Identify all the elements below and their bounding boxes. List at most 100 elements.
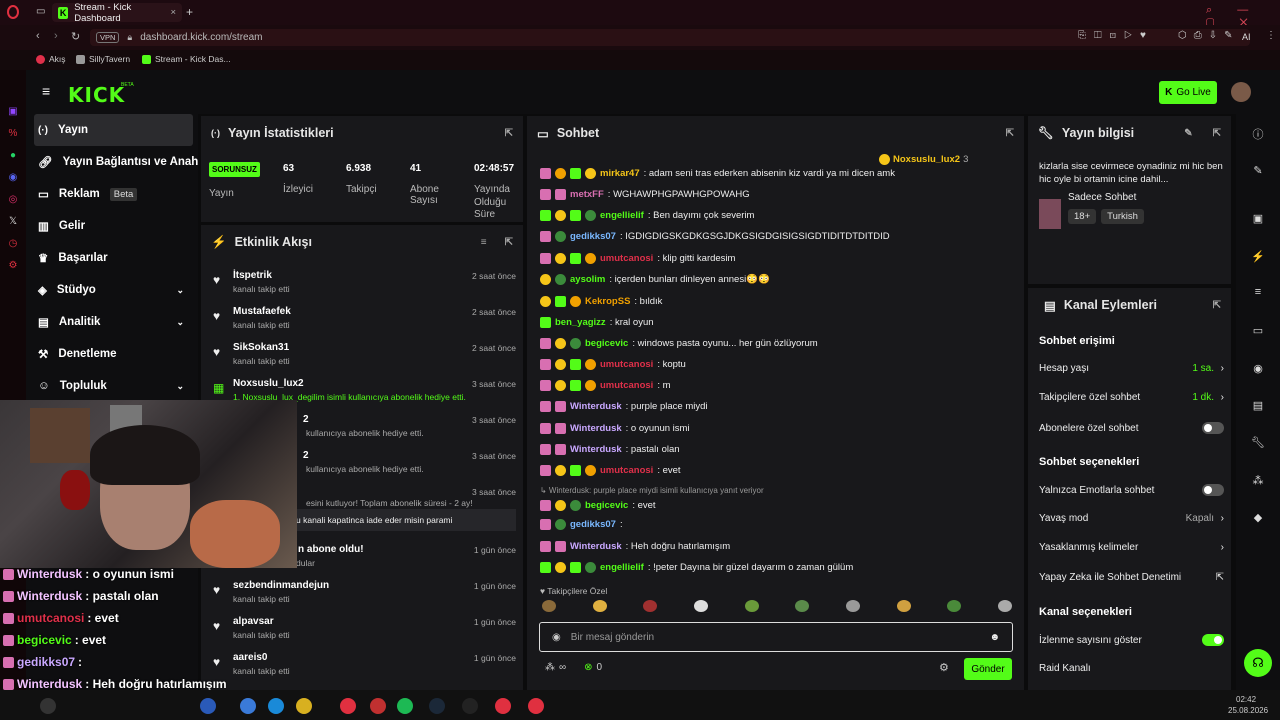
chat-message[interactable]: umutcanosi: koptu [540, 355, 686, 373]
reload-icon[interactable]: ↻ [71, 30, 80, 43]
spotify-icon[interactable] [397, 698, 413, 714]
chat-input[interactable]: ◉ Bir mesaj gönderin ☻ [539, 622, 1013, 652]
close-tab-icon[interactable]: × [170, 7, 176, 18]
steam-icon[interactable] [429, 698, 445, 714]
emote-icon[interactable] [693, 600, 708, 612]
chat-message[interactable]: Winterdusk: Heh doğru hatırlamışım [540, 537, 730, 555]
chat-message[interactable]: ben_yagizz: kral oyun [540, 313, 654, 331]
tab-switcher-icon[interactable]: ▭ [36, 6, 45, 17]
chat-message[interactable]: metxFF: WGHAWPHGPAWHGPOWAHG [540, 185, 750, 203]
chat-message[interactable]: umutcanosi: m [540, 376, 671, 394]
chat-username[interactable]: gedikks07 [570, 519, 616, 530]
chat-username[interactable]: gedikks07 [570, 231, 616, 242]
extension-icons[interactable]: ⎘◫⊡▷♥ [1078, 30, 1154, 41]
browser-tab[interactable]: K Stream - Kick Dashboard × [52, 2, 182, 24]
send-button[interactable]: Gönder [964, 658, 1012, 680]
chat-username[interactable]: engellielif [600, 210, 644, 221]
help-button[interactable]: ☊ [1244, 649, 1272, 677]
raid-channel-setting[interactable]: Raid Kanalı [1039, 663, 1224, 674]
chat-username[interactable]: umutcanosi [600, 359, 653, 370]
lightning-icon[interactable]: ⚡ [1250, 250, 1266, 263]
wrench-icon[interactable]: 🔧︎ [1250, 436, 1266, 449]
nav-item-gelir[interactable]: ▥ Gelir [26, 210, 198, 242]
popout-icon[interactable]: ⇱ [1213, 128, 1221, 139]
nav-item-yayin[interactable]: (·) Yayın [34, 114, 193, 146]
whatsapp-icon[interactable]: ● [0, 144, 26, 166]
popout-icon[interactable]: ⇱ [505, 128, 513, 139]
subs-only-toggle[interactable] [1202, 422, 1224, 434]
chat-username[interactable]: Winterdusk [570, 401, 622, 412]
emote-row[interactable] [542, 600, 1012, 616]
chat-message[interactable]: engellielif: Ben dayımı çok severim [540, 206, 754, 224]
chat-username[interactable]: Winterdusk [570, 541, 622, 552]
emoji-icon[interactable]: ☻ [989, 632, 1000, 643]
gear-icon[interactable]: ⚙ [939, 661, 949, 674]
layout-icon[interactable]: ▣ [1250, 212, 1266, 225]
nav-item-studyo[interactable]: ◈ Stüdyo ⌄ [26, 274, 198, 306]
obs-icon[interactable] [462, 698, 478, 714]
popout-icon[interactable]: ⇱ [1213, 300, 1221, 311]
emote-icon[interactable] [643, 600, 658, 612]
bookmark-akis[interactable]: Akış [36, 54, 66, 64]
followers-only-setting[interactable]: Takipçilere özel sohbet 1 dk. › [1039, 392, 1224, 403]
chat-message[interactable]: aysolim: içerden bunları dinleyen annesi… [540, 270, 770, 288]
chat-username[interactable]: umutcanosi [600, 465, 653, 476]
pencil-icon[interactable]: ✎ [1250, 164, 1266, 177]
emotes-only-setting[interactable]: Yalnızca Emotlarla sohbet [1039, 484, 1224, 496]
chat-message[interactable]: Winterdusk: pastalı olan [540, 440, 680, 458]
filter-icon[interactable]: ≡ [481, 237, 487, 248]
nav-item-basarilar[interactable]: ♛ Başarılar [26, 242, 198, 274]
forward-icon[interactable]: › [54, 30, 58, 42]
avatar[interactable] [1231, 82, 1251, 102]
channel-points[interactable]: ⁂ ∞ ⊗ 0 [545, 662, 602, 673]
taskbar-app-icon[interactable] [495, 698, 511, 714]
menu-icon[interactable]: ⋮ [1266, 30, 1276, 41]
vpn-badge[interactable]: VPN [96, 32, 120, 43]
actions-icon[interactable]: ▤ [1250, 399, 1266, 412]
emote-icon[interactable] [592, 600, 607, 612]
new-tab-button[interactable]: + [186, 5, 193, 19]
chat-username[interactable]: engellielif [600, 562, 644, 573]
chat-message[interactable]: mirkar47: adam seni tras ederken abiseni… [540, 164, 895, 182]
emote-icon[interactable] [795, 600, 810, 612]
chat-message[interactable]: Winterdusk: o oyunun ismi [540, 419, 690, 437]
account-age-setting[interactable]: Hesap yaşı 1 sa. › [1039, 363, 1224, 374]
nav-item-analitik[interactable]: ▤ Analitik ⌄ [26, 306, 198, 338]
bookmark-sillytavern[interactable]: SillyTavern [76, 54, 130, 64]
chat-message[interactable]: KekropSS: bıldık [540, 292, 662, 310]
chat-message[interactable]: umutcanosi: evet [540, 461, 681, 479]
toolbar-icons[interactable]: ⬡⎙⇩✎ [1178, 30, 1240, 41]
tag-icon[interactable]: ◆ [1250, 511, 1266, 524]
bookmark-stream[interactable]: Stream - Kick Das... [142, 54, 231, 64]
history-icon[interactable]: ◷ [0, 232, 26, 254]
info-icon[interactable]: ⓘ [1250, 126, 1266, 142]
hamburger-menu-icon[interactable]: ≡ [42, 83, 50, 99]
chat-icon[interactable]: ▭ [1250, 324, 1266, 337]
opera-logo-icon[interactable] [7, 5, 19, 19]
chat-username[interactable]: mirkar47 [600, 168, 640, 179]
taskbar-app-icon[interactable] [528, 698, 544, 714]
banned-words-setting[interactable]: Yasaklanmış kelimeler › [1039, 542, 1224, 553]
list-icon[interactable]: ≡ [1250, 286, 1266, 298]
ai-moderation-setting[interactable]: Yapay Zeka ile Sohbet Denetimi ⇱ [1039, 572, 1224, 583]
back-icon[interactable]: ‹ [36, 30, 40, 42]
chat-username[interactable]: begicevic [585, 338, 628, 349]
taskbar-app-icon[interactable] [268, 698, 284, 714]
chat-message[interactable]: begicevic: windows pasta oyunu... her gü… [540, 334, 818, 352]
chat-username[interactable]: umutcanosi [600, 380, 653, 391]
opera-taskbar-icon[interactable] [340, 698, 356, 714]
emote-icon[interactable] [947, 600, 962, 612]
chat-message[interactable]: gedikks07: IGDIGDIGSKGDKGSGJDKGSIGDGISIG… [540, 227, 890, 245]
chat-username[interactable]: Winterdusk [570, 444, 622, 455]
chat-message[interactable]: gedikks07: [540, 515, 623, 533]
emote-icon[interactable] [542, 600, 556, 612]
show-viewers-setting[interactable]: İzlenme sayısını göster [1039, 634, 1224, 646]
kick-logo[interactable]: KICK [68, 83, 125, 107]
chat-username[interactable]: Winterdusk [570, 423, 622, 434]
broadcast-icon[interactable]: ◉ [1250, 362, 1266, 375]
nav-item-reklam[interactable]: ▭ Reklam Beta [26, 178, 198, 210]
chat-message[interactable]: begicevic: evet [540, 496, 656, 514]
nav-item-denetleme[interactable]: ⚒ Denetleme [26, 338, 198, 370]
x-icon[interactable]: 𝕏 [0, 210, 26, 232]
emotes-only-toggle[interactable] [1202, 484, 1224, 496]
